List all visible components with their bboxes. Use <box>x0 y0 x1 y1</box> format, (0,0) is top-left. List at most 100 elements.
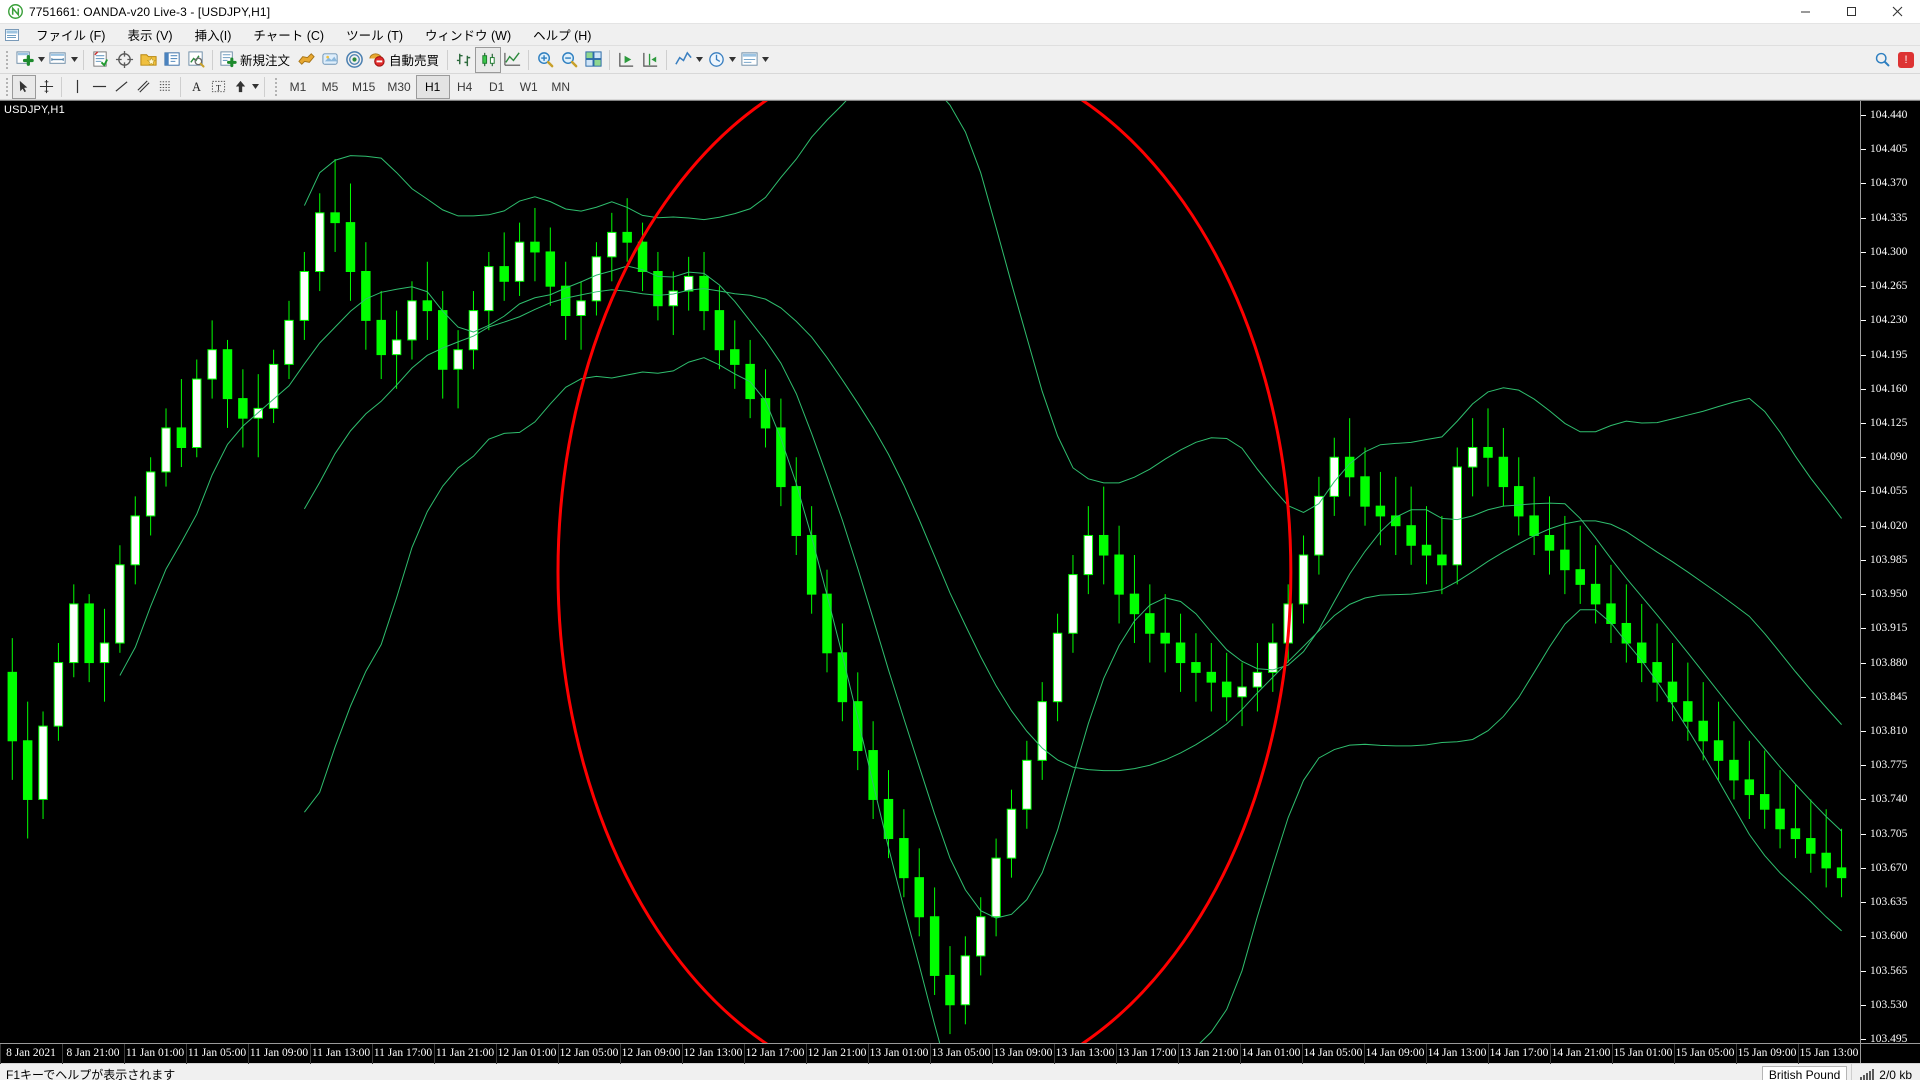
navigator-button[interactable] <box>136 48 160 72</box>
price-tick <box>1861 423 1866 424</box>
timeframe-m5[interactable]: M5 <box>314 76 346 98</box>
time-tick-label: 8 Jan 2021 <box>6 1047 56 1059</box>
zoom-out-button[interactable] <box>557 48 581 72</box>
price-tick-label: 104.370 <box>1870 177 1908 190</box>
close-button[interactable] <box>1874 0 1920 24</box>
data-window-button[interactable] <box>112 48 136 72</box>
horizontal-line-button[interactable] <box>88 76 110 98</box>
title-bar: 7751661: OANDA-v20 Live-3 - [USDJPY,H1] <box>0 0 1920 24</box>
toolbar-grip[interactable] <box>3 77 10 97</box>
signal-bars-icon <box>1860 1069 1875 1080</box>
profiles-button[interactable] <box>46 48 70 72</box>
chart-svg <box>7 101 1847 1043</box>
market-watch-button[interactable] <box>88 48 112 72</box>
status-help-text: F1キーでヘルプが表示されます <box>6 1068 176 1080</box>
new-chart-button[interactable] <box>13 48 37 72</box>
time-axis[interactable]: 8 Jan 2021 8 Jan 21:00 11 Jan 01:00 11 Jan … <box>0 1044 1860 1064</box>
menu-file[interactable]: ファイル (F) <box>25 23 116 46</box>
time-tick-separator <box>1240 1044 1241 1064</box>
price-tick <box>1861 594 1866 596</box>
periods-button[interactable] <box>704 48 728 72</box>
toolbar-grip[interactable] <box>3 50 10 70</box>
timeframe-h1[interactable]: H1 <box>415 74 450 99</box>
text-label-button[interactable]: T <box>207 76 229 98</box>
menu-help[interactable]: ヘルプ (H) <box>522 23 602 46</box>
bar-chart-button[interactable] <box>452 48 476 72</box>
text-button[interactable]: A <box>185 76 207 98</box>
timeframe-d1[interactable]: D1 <box>481 76 513 98</box>
price-tick-label: 103.600 <box>1870 930 1908 943</box>
templates-button[interactable] <box>737 48 761 72</box>
new-order-button[interactable]: 新規注文 <box>217 48 294 72</box>
autotrading-button[interactable]: 自動売買 <box>366 48 443 72</box>
candlestick-chart-button[interactable] <box>475 46 502 73</box>
arrows-dropdown-caret-icon[interactable] <box>251 76 260 98</box>
status-connection[interactable]: 2/0 kb <box>1851 1063 1920 1080</box>
menu-window[interactable]: ウィンドウ (W) <box>414 23 522 46</box>
status-symbol-description: British Pound <box>1761 1065 1848 1080</box>
mql5-community-button[interactable] <box>318 48 342 72</box>
chart-shift-button[interactable] <box>638 48 662 72</box>
timeframe-toolbar-grip[interactable] <box>272 77 279 97</box>
arrows-button[interactable] <box>229 76 251 98</box>
terminal-button[interactable] <box>160 48 184 72</box>
price-tick <box>1861 525 1866 527</box>
crosshair-button[interactable] <box>35 76 57 98</box>
notification-badge[interactable]: ! <box>1898 51 1914 68</box>
status-traffic-label: 2/0 kb <box>1879 1067 1912 1080</box>
zoom-in-button[interactable] <box>533 48 557 72</box>
timeframe-m15[interactable]: M15 <box>346 76 381 98</box>
timeframe-mn[interactable]: MN <box>545 76 577 98</box>
menu-view[interactable]: 表示 (V) <box>116 23 183 46</box>
toolbar-separator <box>61 76 62 97</box>
profiles-dropdown-caret-icon[interactable] <box>70 49 79 71</box>
new-chart-dropdown-caret-icon[interactable] <box>37 49 46 71</box>
tile-windows-button[interactable] <box>581 48 605 72</box>
time-tick-separator <box>1550 1044 1551 1064</box>
timeframe-h4[interactable]: H4 <box>449 76 481 98</box>
time-tick-label: 12 Jan 01:00 <box>497 1047 557 1059</box>
price-tick-label: 103.530 <box>1870 998 1908 1011</box>
metaeditor-button[interactable] <box>294 48 318 72</box>
vertical-line-button[interactable] <box>66 76 88 98</box>
periods-dropdown-caret-icon[interactable] <box>728 49 737 71</box>
price-tick-label: 104.405 <box>1870 143 1908 156</box>
fibonacci-retracement-button[interactable] <box>154 76 176 98</box>
indicators-button[interactable] <box>671 48 695 72</box>
indicators-dropdown-caret-icon[interactable] <box>695 49 704 71</box>
price-tick-label: 103.845 <box>1870 690 1908 703</box>
mt4-application-window: 7751661: OANDA-v20 Live-3 - [USDJPY,H1] … <box>0 0 1920 1080</box>
time-tick-separator <box>1178 1044 1179 1064</box>
maximize-button[interactable] <box>1828 0 1874 24</box>
auto-scroll-button[interactable] <box>614 48 638 72</box>
price-tick-label: 103.950 <box>1870 588 1908 601</box>
menu-tools[interactable]: ツール (T) <box>335 23 414 46</box>
time-tick-label: 14 Jan 17:00 <box>1489 1047 1549 1059</box>
price-tick-label: 103.705 <box>1870 827 1908 840</box>
chart-plot-area[interactable]: USDJPY,H1 <box>0 101 1860 1043</box>
price-tick <box>1861 833 1866 835</box>
signals-button[interactable] <box>342 48 366 72</box>
equidistant-channel-button[interactable] <box>132 76 154 98</box>
search-icon[interactable] <box>1870 48 1894 72</box>
time-tick-separator <box>248 1044 249 1064</box>
timeframe-m30[interactable]: M30 <box>381 76 416 98</box>
timeframe-w1[interactable]: W1 <box>513 76 545 98</box>
price-tick-label: 103.880 <box>1870 656 1908 669</box>
templates-dropdown-caret-icon[interactable] <box>761 49 770 71</box>
cursor-button[interactable] <box>12 74 36 99</box>
strategy-tester-button[interactable] <box>184 48 208 72</box>
minimize-button[interactable] <box>1782 0 1828 24</box>
price-tick-label: 103.810 <box>1870 725 1908 737</box>
line-chart-button[interactable] <box>500 48 524 72</box>
time-tick-separator <box>1674 1044 1675 1064</box>
timeframe-m1[interactable]: M1 <box>282 76 314 98</box>
price-tick-label: 104.230 <box>1870 314 1908 327</box>
price-axis[interactable]: 104.440 104.405 104.370 104.335 104.300 104.2… <box>1860 101 1920 1045</box>
time-tick-separator <box>186 1044 187 1064</box>
menu-chart[interactable]: チャート (C) <box>242 23 335 46</box>
trendline-button[interactable] <box>110 76 132 98</box>
time-tick-separator <box>1488 1044 1489 1064</box>
toolbar-separator <box>83 49 84 70</box>
menu-insert[interactable]: 挿入(I) <box>184 23 243 46</box>
